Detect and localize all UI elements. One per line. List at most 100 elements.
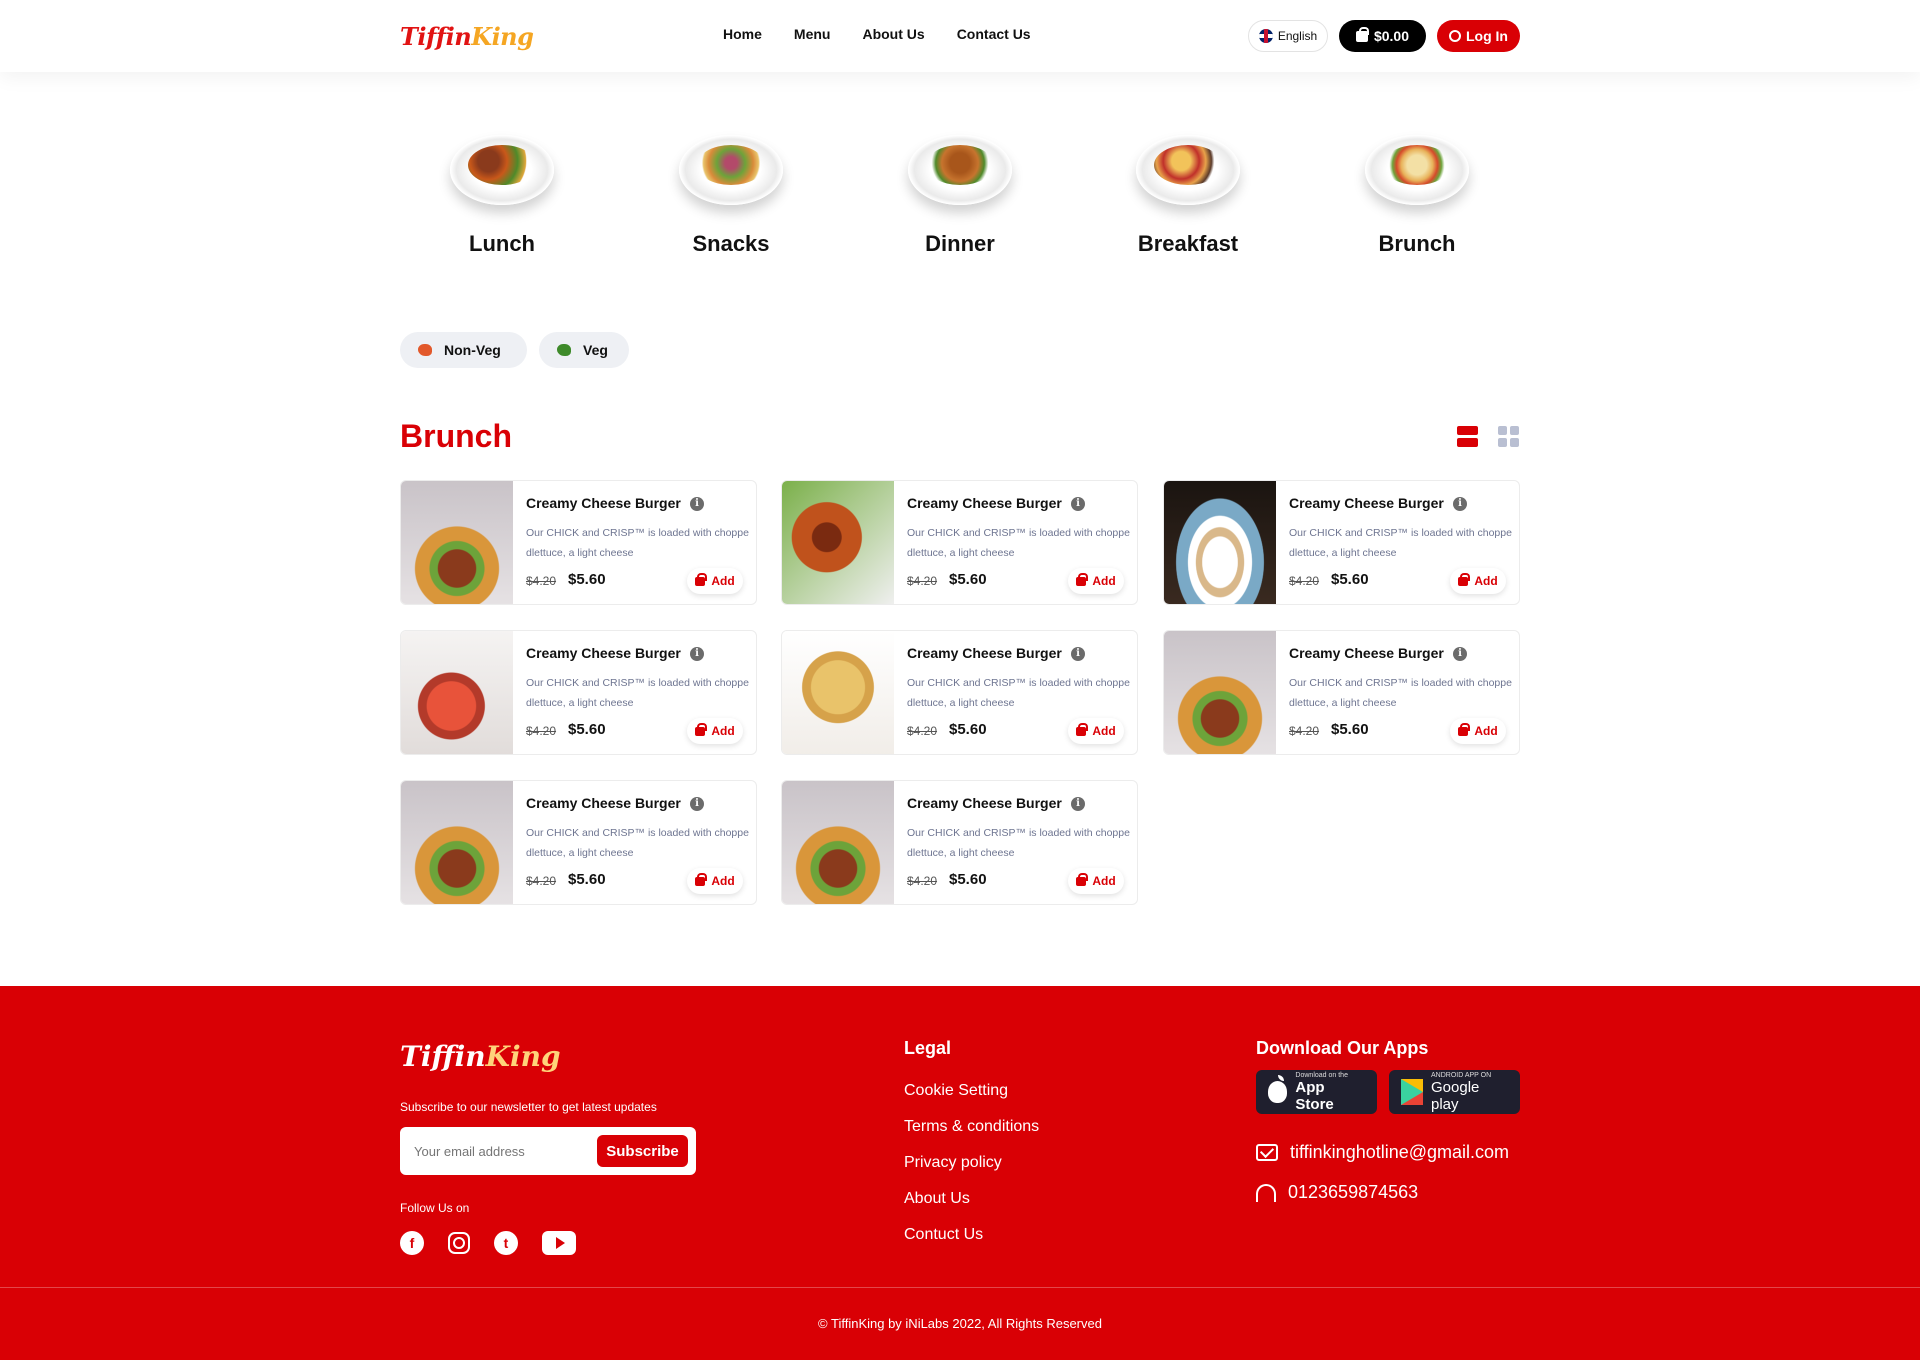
add-to-cart-button[interactable]: Add	[687, 718, 743, 744]
category-dinner[interactable]: Dinner	[880, 125, 1040, 257]
logo-text: TiffinKing	[400, 21, 534, 51]
youtube-icon[interactable]	[542, 1231, 576, 1255]
newsletter-text: Subscribe to our newsletter to get lates…	[400, 1100, 657, 1114]
google-play-label: Google play	[1431, 1078, 1480, 1113]
logo[interactable]: TiffinKing	[400, 18, 534, 54]
list-view-icon[interactable]	[1457, 426, 1478, 447]
category-label: Brunch	[1378, 231, 1456, 256]
brunch-plate-image	[1365, 135, 1469, 205]
category-snacks[interactable]: Snacks	[651, 125, 811, 257]
add-to-cart-button[interactable]: Add	[1068, 568, 1124, 594]
product-name: Creamy Cheese Burger	[907, 495, 1062, 511]
add-to-cart-button[interactable]: Add	[1450, 568, 1506, 594]
cart-total: $0.00	[1373, 28, 1410, 44]
login-label: Log In	[1466, 28, 1508, 44]
dinner-plate-image	[908, 135, 1012, 205]
main-nav: Home Menu About Us Contact Us	[723, 26, 1031, 42]
category-label: Dinner	[925, 231, 995, 256]
old-price: $4.20	[526, 574, 557, 588]
instagram-icon[interactable]	[448, 1232, 470, 1254]
product-description: Our CHICK and CRISP™ is loaded with chop…	[526, 827, 749, 859]
contact-email[interactable]: tiffinkinghotline@gmail.com	[1256, 1142, 1509, 1163]
cart-button[interactable]: $0.00	[1339, 20, 1426, 52]
filter-non-veg[interactable]: Non-Veg	[400, 332, 527, 368]
category-breakfast[interactable]: Breakfast	[1108, 125, 1268, 257]
uk-flag-icon	[1258, 29, 1273, 43]
price: $5.60	[1331, 571, 1369, 588]
category-lunch[interactable]: Lunch	[422, 125, 582, 257]
email-input[interactable]	[414, 1139, 584, 1163]
privacy-link[interactable]: Privacy policy	[904, 1152, 1039, 1174]
product-card[interactable]: Creamy Cheese Burger i Our CHICK and CRISP…	[781, 780, 1138, 905]
info-icon[interactable]: i	[1071, 497, 1085, 511]
about-link[interactable]: About Us	[904, 1188, 1039, 1210]
product-name: Creamy Cheese Burger	[907, 795, 1062, 811]
product-card[interactable]: Creamy Cheese Burger i Our CHICK and CRISP…	[1163, 480, 1520, 605]
footer-logo[interactable]: TiffinKing	[400, 1040, 561, 1073]
product-image	[782, 481, 894, 604]
terms-link[interactable]: Terms & conditions	[904, 1116, 1039, 1138]
filter-label: Non-Veg	[444, 342, 501, 358]
price: $5.60	[1331, 721, 1369, 738]
app-store-label: App Store	[1295, 1078, 1334, 1113]
product-card[interactable]: Creamy Cheese Burger i Our CHICK and CRISP…	[400, 480, 757, 605]
info-icon[interactable]: i	[690, 797, 704, 811]
category-brunch[interactable]: Brunch	[1337, 125, 1497, 257]
add-to-cart-button[interactable]: Add	[1068, 868, 1124, 894]
add-to-cart-button[interactable]: Add	[1450, 718, 1506, 744]
product-description: Our CHICK and CRISP™ is loaded with chop…	[526, 677, 749, 709]
add-to-cart-button[interactable]: Add	[687, 568, 743, 594]
nav-about[interactable]: About Us	[862, 26, 924, 42]
add-to-cart-button[interactable]: Add	[687, 868, 743, 894]
copyright: © TiffinKing by iNiLabs 2022, All Rights…	[818, 1316, 1102, 1331]
price: $5.60	[568, 571, 606, 588]
legal-heading: Legal	[904, 1038, 952, 1058]
product-card[interactable]: Creamy Cheese Burger i Our CHICK and CRISP…	[781, 630, 1138, 755]
info-icon[interactable]: i	[1071, 797, 1085, 811]
facebook-icon[interactable]: f	[400, 1231, 424, 1255]
product-card[interactable]: Creamy Cheese Burger i Our CHICK and CRISP…	[400, 630, 757, 755]
info-icon[interactable]: i	[1453, 497, 1467, 511]
shopping-bag-icon	[1458, 572, 1471, 586]
login-button[interactable]: Log In	[1437, 20, 1520, 52]
lunch-plate-image	[450, 135, 554, 205]
product-name: Creamy Cheese Burger	[526, 495, 681, 511]
logo-part1: Tiffin	[400, 21, 472, 51]
product-image	[1164, 481, 1276, 604]
contact-link[interactable]: Contuct Us	[904, 1224, 1039, 1246]
logo-part2: King	[471, 21, 534, 51]
product-card[interactable]: Creamy Cheese Burger i Our CHICK and CRISP…	[1163, 630, 1520, 755]
info-icon[interactable]: i	[1071, 647, 1085, 661]
add-to-cart-button[interactable]: Add	[1068, 718, 1124, 744]
info-icon[interactable]: i	[690, 497, 704, 511]
shopping-bag-icon	[1076, 572, 1089, 586]
subscribe-button[interactable]: Subscribe	[597, 1135, 688, 1167]
filter-veg[interactable]: Veg	[539, 332, 629, 368]
product-description: Our CHICK and CRISP™ is loaded with chop…	[907, 677, 1130, 709]
product-card[interactable]: Creamy Cheese Burger i Our CHICK and CRISP…	[400, 780, 757, 905]
app-store-button[interactable]: Download on the App Store	[1256, 1070, 1377, 1114]
newsletter-form: Subscribe	[400, 1127, 696, 1175]
site-footer: TiffinKing Subscribe to our newsletter t…	[0, 986, 1920, 1360]
language-selector[interactable]: English	[1248, 20, 1328, 52]
nav-contact[interactable]: Contact Us	[957, 26, 1031, 42]
twitter-icon[interactable]: t	[494, 1231, 518, 1255]
contact-phone[interactable]: 0123659874563	[1256, 1182, 1418, 1203]
shopping-bag-icon	[695, 872, 708, 886]
info-icon[interactable]: i	[690, 647, 704, 661]
google-play-button[interactable]: ANDROID APP ON Google play	[1389, 1070, 1520, 1114]
grid-view-icon[interactable]	[1498, 426, 1519, 447]
cookie-setting-link[interactable]: Cookie Setting	[904, 1080, 1039, 1102]
product-description: Our CHICK and CRISP™ is loaded with chop…	[1289, 677, 1512, 709]
add-label: Add	[711, 874, 735, 888]
follow-label: Follow Us on	[400, 1201, 470, 1215]
snacks-plate-image	[679, 135, 783, 205]
shopping-bag-icon	[695, 722, 708, 736]
add-label: Add	[1474, 574, 1498, 588]
section-title: Brunch	[400, 418, 512, 454]
google-play-icon	[1401, 1079, 1423, 1105]
product-card[interactable]: Creamy Cheese Burger i Our CHICK and CRISP…	[781, 480, 1138, 605]
nav-menu[interactable]: Menu	[794, 26, 831, 42]
info-icon[interactable]: i	[1453, 647, 1467, 661]
nav-home[interactable]: Home	[723, 26, 762, 42]
